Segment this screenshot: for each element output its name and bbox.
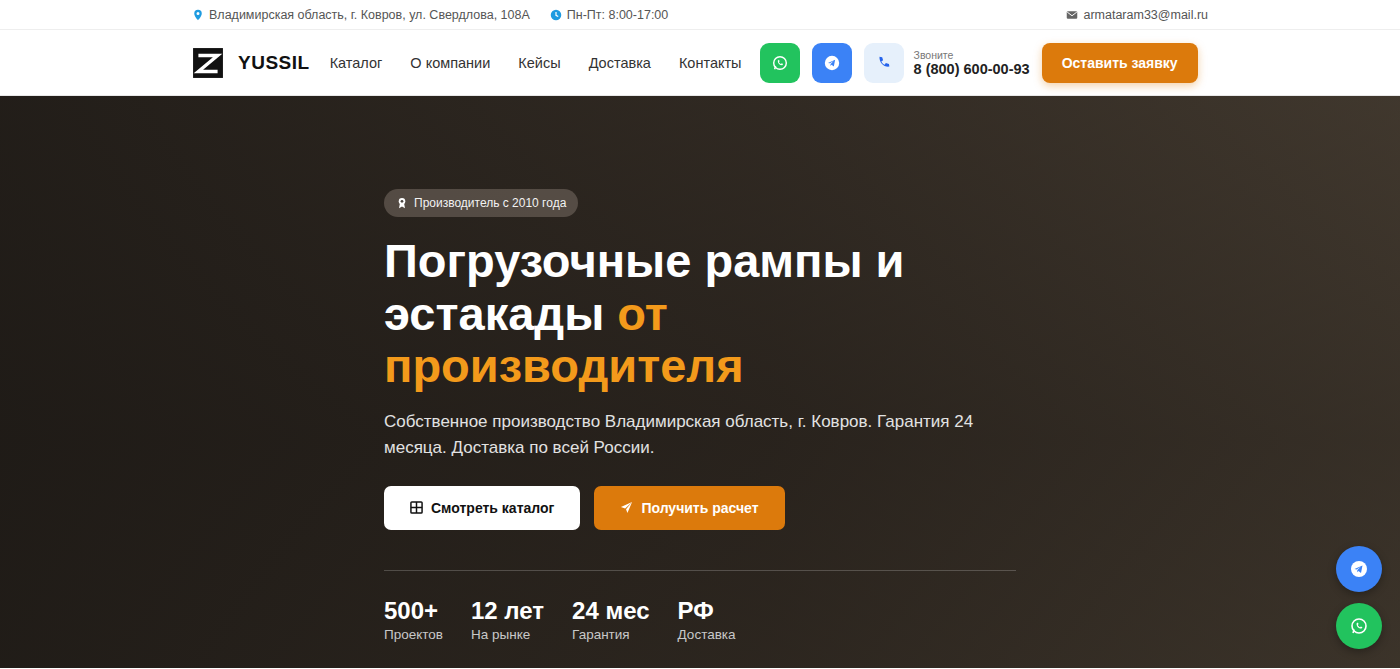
nav-item[interactable]: Контакты xyxy=(679,55,742,71)
hero-badge: Производитель с 2010 года xyxy=(384,189,578,217)
stat: РФДоставка xyxy=(678,597,736,642)
phone-icon xyxy=(875,54,893,72)
whatsapp-icon xyxy=(1349,616,1369,636)
paper-plane-icon xyxy=(620,501,633,514)
telegram-icon xyxy=(1349,559,1369,579)
page: Владимирская область, г. Ковров, ул. Све… xyxy=(0,0,1400,668)
telegram-button[interactable] xyxy=(812,43,852,83)
grid-icon xyxy=(410,501,423,514)
floating-buttons xyxy=(1336,546,1382,649)
header: YUSSIL Каталог О компании Кейсы Доставка Конт… xyxy=(0,30,1400,96)
whatsapp-float-button[interactable] xyxy=(1336,603,1382,649)
hours: Пн-Пт: 8:00-17:00 xyxy=(550,8,668,22)
request-button[interactable]: Оставить заявку xyxy=(1042,43,1198,83)
telegram-icon xyxy=(823,54,841,72)
nav-item[interactable]: Кейсы xyxy=(518,55,560,71)
nav-item[interactable]: О компании xyxy=(410,55,490,71)
hero-subtitle: Собственное производство Владимирская об… xyxy=(384,409,1016,462)
clock-icon xyxy=(550,9,562,21)
stats: 500+Проектов 12 летНа рынке 24 месГарантия… xyxy=(384,570,1016,642)
whatsapp-button[interactable] xyxy=(760,43,800,83)
hero: Производитель с 2010 года Погрузочные рам… xyxy=(0,96,1400,668)
envelope-icon xyxy=(1066,9,1078,21)
nav-item[interactable]: Доставка xyxy=(589,55,651,71)
nav: Каталог О компании Кейсы Доставка Контакты xyxy=(330,55,742,71)
location-pin-icon xyxy=(192,9,204,21)
hero-title: Погрузочные рампы и эстакады от производ… xyxy=(384,235,1016,393)
address: Владимирская область, г. Ковров, ул. Све… xyxy=(192,8,530,22)
get-quote-button[interactable]: Получить расчет xyxy=(594,486,784,530)
stat: 24 месГарантия xyxy=(572,597,650,642)
stat: 500+Проектов xyxy=(384,597,443,642)
logo[interactable]: YUSSIL xyxy=(192,47,310,79)
award-icon xyxy=(396,197,408,209)
top-bar: Владимирская область, г. Ковров, ул. Све… xyxy=(0,0,1400,30)
stat: 12 летНа рынке xyxy=(471,597,544,642)
email[interactable]: armataram33@mail.ru xyxy=(1066,8,1208,22)
logo-icon xyxy=(192,47,224,79)
phone-button[interactable] xyxy=(864,43,904,83)
whatsapp-icon xyxy=(771,54,789,72)
catalog-button[interactable]: Смотреть каталог xyxy=(384,486,580,530)
telegram-float-button[interactable] xyxy=(1336,546,1382,592)
phone[interactable]: Звоните8 (800) 600-00-93 xyxy=(914,49,1030,77)
nav-item[interactable]: Каталог xyxy=(330,55,383,71)
